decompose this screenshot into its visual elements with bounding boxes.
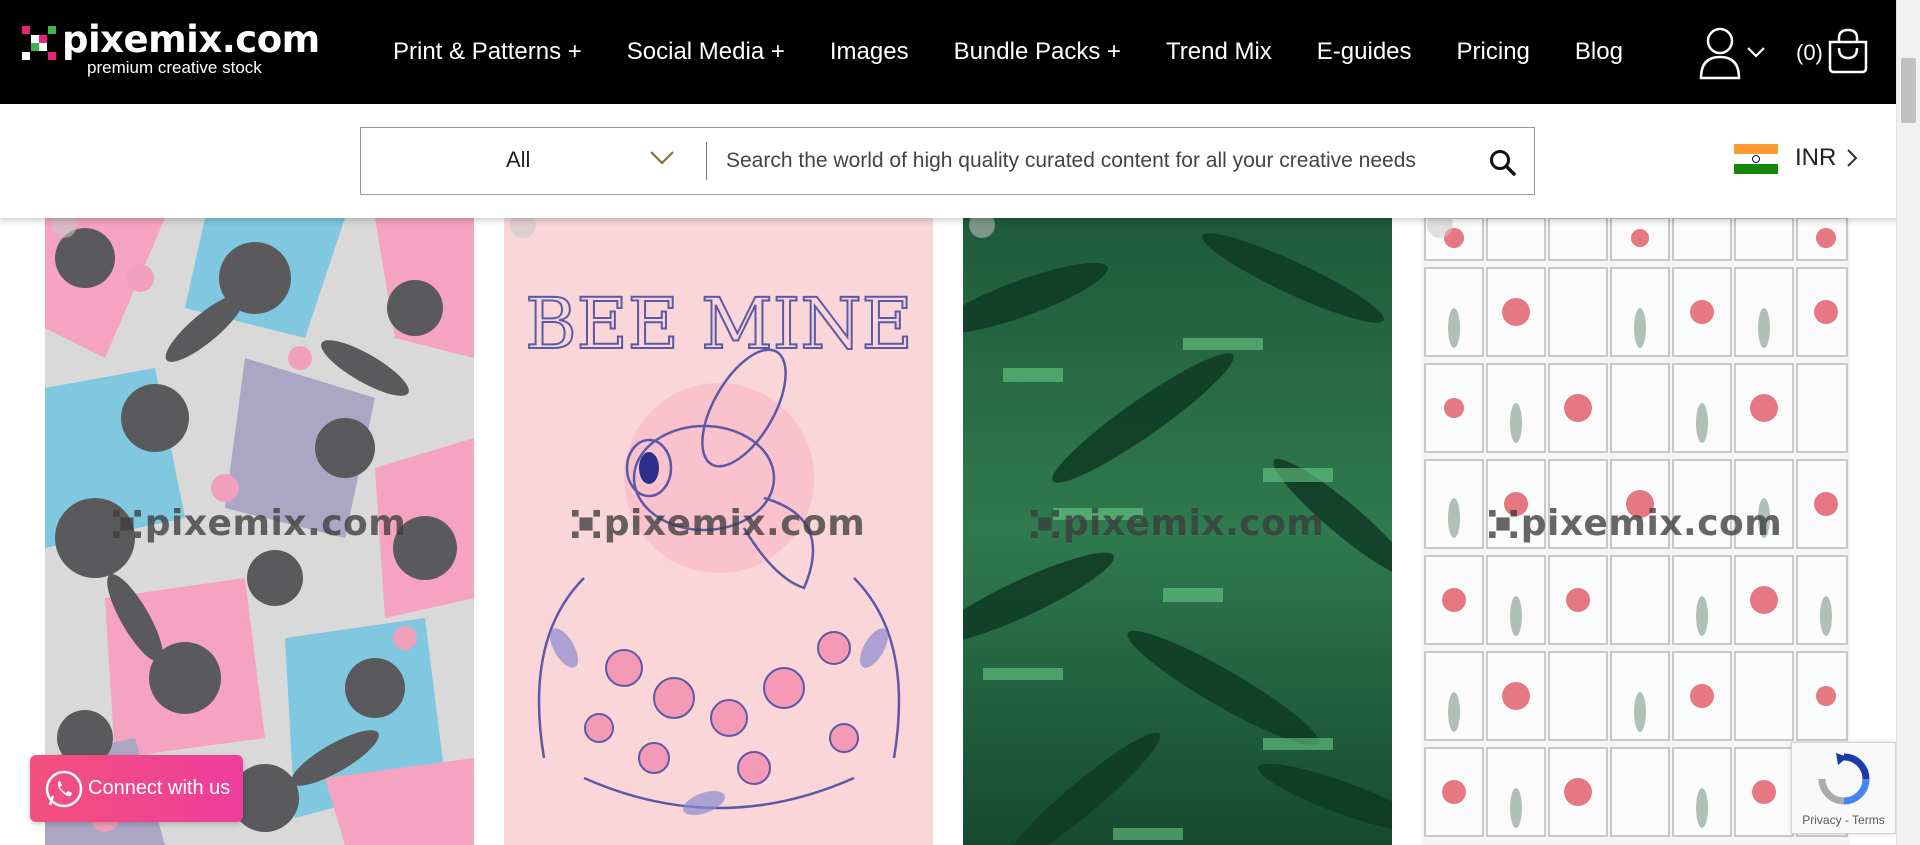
nav-images[interactable]: Images xyxy=(830,38,909,66)
nav-pricing[interactable]: Pricing xyxy=(1457,38,1530,66)
watermark-text: pixemix.com xyxy=(1520,503,1783,544)
account-menu[interactable] xyxy=(1698,26,1768,80)
nav-trend-mix[interactable]: Trend Mix xyxy=(1166,38,1272,66)
india-flag-icon xyxy=(1734,144,1778,174)
product-card[interactable]: pixemix.com xyxy=(45,218,474,845)
user-icon xyxy=(1699,27,1741,80)
search-divider xyxy=(706,142,707,180)
recaptcha-icon xyxy=(1818,753,1870,805)
watermark-text: pixemix.com xyxy=(144,503,407,544)
product-card[interactable]: BEE MINE pixemix.com xyxy=(504,218,933,845)
main-menu: Print & Patterns + Social Media + Images… xyxy=(393,0,1668,104)
pixemix-logo[interactable]: pixemix.com premium creative stock xyxy=(22,18,320,80)
watermark: pixemix.com xyxy=(1421,503,1850,544)
currency-selector[interactable]: INR xyxy=(1734,138,1874,178)
logo-mark-icon xyxy=(22,26,56,60)
nav-print-patterns[interactable]: Print & Patterns + xyxy=(393,38,582,66)
product-card[interactable]: pixemix.com xyxy=(963,218,1392,845)
nav-blog[interactable]: Blog xyxy=(1575,38,1623,66)
product-card[interactable]: pixemix.com xyxy=(1421,218,1850,845)
chevron-down-icon xyxy=(1747,47,1765,58)
search-icon[interactable] xyxy=(1486,146,1520,180)
recaptcha-badge[interactable]: Privacy - Terms xyxy=(1791,742,1896,834)
search-box: All xyxy=(360,127,1535,195)
logo-mark-icon xyxy=(1488,510,1517,538)
shopping-bag-icon xyxy=(1828,28,1868,74)
bee-mine-art-text: BEE MINE xyxy=(525,283,913,365)
chevron-right-icon xyxy=(1847,149,1858,167)
whatsapp-icon xyxy=(45,770,83,808)
watermark-text: pixemix.com xyxy=(603,503,866,544)
logo-tagline: premium creative stock xyxy=(87,58,262,77)
page-scrollbar[interactable] xyxy=(1896,0,1920,845)
search-bar-section: All INR xyxy=(0,104,1920,218)
watermark: pixemix.com xyxy=(45,503,474,544)
top-navigation-bar: pixemix.com premium creative stock Print… xyxy=(0,0,1920,104)
logo-mark-icon xyxy=(1030,510,1059,538)
nav-e-guides[interactable]: E-guides xyxy=(1317,38,1412,66)
watermark: pixemix.com xyxy=(504,503,933,544)
category-selected-value: All xyxy=(506,147,531,172)
watermark: pixemix.com xyxy=(963,503,1392,544)
connect-with-us-label: Connect with us xyxy=(88,777,231,799)
currency-code: INR xyxy=(1795,144,1837,171)
scrollbar-thumb[interactable] xyxy=(1901,58,1916,123)
recaptcha-links[interactable]: Privacy - Terms xyxy=(1792,813,1895,827)
logo-wordmark: pixemix.com xyxy=(62,18,320,61)
search-input[interactable] xyxy=(726,140,1466,182)
logo-mark-icon xyxy=(112,510,141,538)
chevron-down-icon xyxy=(650,151,674,165)
cart-button[interactable]: (0) xyxy=(1796,28,1876,78)
watermark-text: pixemix.com xyxy=(1062,503,1325,544)
cart-count: (0) xyxy=(1796,40,1823,65)
connect-with-us-button[interactable]: Connect with us xyxy=(30,755,243,822)
category-dropdown[interactable]: All xyxy=(361,128,701,194)
nav-bundle-packs[interactable]: Bundle Packs + xyxy=(954,38,1121,66)
nav-social-media[interactable]: Social Media + xyxy=(627,38,785,66)
logo-mark-icon xyxy=(571,510,600,538)
